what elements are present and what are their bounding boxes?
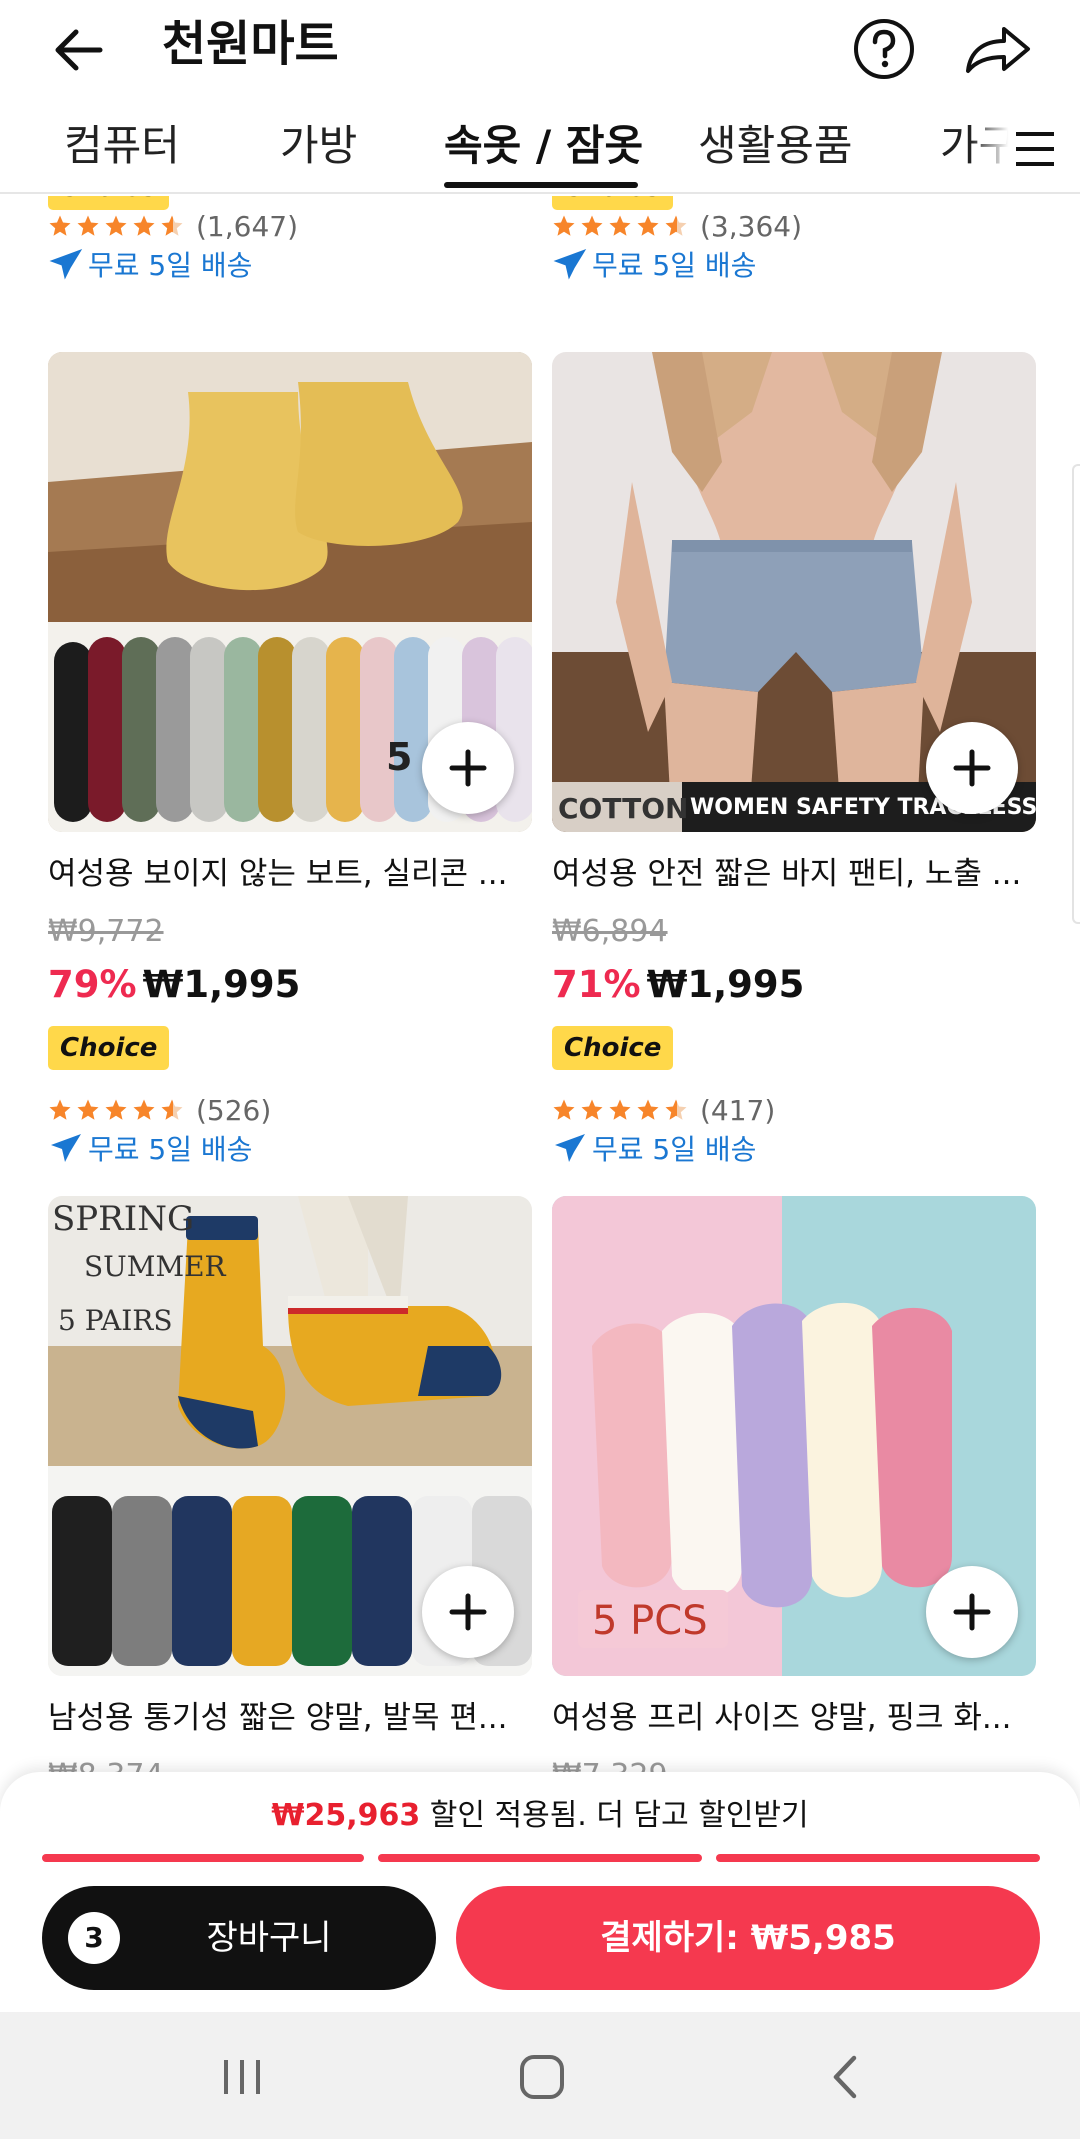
tab-bags[interactable]: 가방 (280, 116, 357, 176)
back-arrow-icon[interactable] (48, 18, 112, 82)
hamburger-menu-icon[interactable] (1012, 128, 1058, 170)
sale-price: ₩1,995 (646, 963, 805, 1006)
rating-row: (3,364) (552, 206, 802, 246)
rating-count: (1,647) (196, 209, 299, 243)
airplane-icon (51, 1134, 81, 1162)
product-image[interactable]: 5 (48, 352, 532, 832)
promo-text[interactable]: ₩25,963 할인 적용됨. 더 담고 할인받기 (0, 1794, 1080, 1838)
star-icon (48, 1098, 184, 1122)
image-text-2: SUMMER (84, 1250, 227, 1283)
plus-icon (449, 1593, 487, 1631)
promo-message: 할인 적용됨. 더 담고 할인받기 (420, 1798, 809, 1833)
image-text: COTTON (558, 792, 688, 825)
discount-percent: 79% (48, 963, 137, 1006)
plus-icon (953, 1593, 991, 1631)
rating-row: (1,647) (48, 206, 298, 246)
product-title[interactable]: 남성용 통기성 짧은 양말, 발목 편... (48, 1696, 532, 1740)
product-title[interactable]: 여성용 프리 사이즈 양말, 핑크 화... (552, 1696, 1036, 1740)
image-text: 5 PCS (592, 1598, 708, 1644)
product-card[interactable]: 5 PCS 여성용 프리 사이즈 양말, 핑크 화... ₩7,329 (552, 1196, 1036, 1776)
app-header: 천원마트 (0, 0, 1080, 100)
cart-panel: ₩25,963 할인 적용됨. 더 담고 할인받기 3 장바구니 결제하기: ₩… (0, 1772, 1080, 2012)
progress-segment (42, 1854, 364, 1862)
shipping-row: 무료 5일 배송 (48, 1128, 252, 1168)
promo-amount: ₩25,963 (271, 1798, 421, 1833)
star-icon (48, 214, 184, 238)
tab-underwear-sleepwear[interactable]: 속옷 / 잠옷 (444, 116, 643, 176)
active-tab-indicator (444, 182, 638, 188)
checkout-button[interactable]: 결제하기: ₩5,985 (456, 1886, 1040, 1990)
airplane-icon (555, 1134, 585, 1162)
progress-segment (716, 1854, 1040, 1862)
rating-count: (3,364) (700, 209, 803, 243)
choice-badge: Choice (552, 1026, 674, 1070)
add-to-cart-button[interactable] (422, 722, 514, 814)
sale-price: ₩1,995 (142, 963, 301, 1006)
price-row: 79% ₩1,995 (48, 960, 300, 1017)
plus-icon (953, 749, 991, 787)
shipping-text: 무료 5일 배송 (592, 249, 757, 282)
rating-row: (526) (48, 1090, 271, 1130)
product-grid: Choice (1,647) 무료 5일 배송 Choice (0, 196, 1080, 1776)
rating-count: (417) (700, 1093, 776, 1127)
product-image[interactable]: SPRING SUMMER 5 PAIRS (48, 1196, 532, 1676)
product-title[interactable]: 여성용 안전 짧은 바지 팬티, 노출 ... (552, 852, 1036, 896)
rating-count: (526) (196, 1093, 272, 1127)
original-price: ₩9,772 (48, 914, 164, 949)
rating-row: (417) (552, 1090, 775, 1130)
image-text-3: 5 PAIRS (58, 1304, 173, 1337)
back-nav-icon[interactable] (816, 2050, 876, 2104)
system-nav-bar (0, 2012, 1080, 2139)
category-tabs: 컴퓨터 가방 속옷 / 잠옷 생활용품 가구 (0, 110, 1080, 194)
recent-apps-icon[interactable] (212, 2050, 272, 2104)
add-to-cart-button[interactable] (926, 722, 1018, 814)
product-title[interactable]: 여성용 보이지 않는 보트, 실리콘 ... (48, 852, 532, 896)
scroll-edge-indicator (1072, 464, 1080, 924)
shipping-text: 무료 5일 배송 (88, 1133, 253, 1166)
shipping-row: 무료 5일 배송 (552, 1128, 756, 1168)
airplane-icon (49, 249, 83, 280)
product-card[interactable]: SPRING SUMMER 5 PAIRS 남성용 통기성 짧은 양말, 발목 … (48, 1196, 532, 1776)
plus-icon (449, 749, 487, 787)
price-row: 71% ₩1,995 (552, 960, 804, 1017)
product-image[interactable]: COTTON WOMEN SAFETY TRACELESS (552, 352, 1036, 832)
product-card[interactable]: 5 여성용 보이지 않는 보트, 실리콘 ... ₩9,772 79% ₩1,99… (48, 352, 532, 1192)
add-to-cart-button[interactable] (926, 1566, 1018, 1658)
cart-label: 장바구니 (206, 1918, 332, 1958)
progress-segment (378, 1854, 702, 1862)
tab-computer[interactable]: 컴퓨터 (64, 116, 180, 176)
image-text: 5 (386, 735, 412, 779)
product-image[interactable]: 5 PCS (552, 1196, 1036, 1676)
star-icon (552, 1098, 688, 1122)
tab-household[interactable]: 생활용품 (698, 116, 853, 176)
share-arrow-icon[interactable] (962, 17, 1034, 81)
home-icon[interactable] (512, 2050, 572, 2104)
shipping-text: 무료 5일 배송 (592, 1133, 757, 1166)
add-to-cart-button[interactable] (422, 1566, 514, 1658)
image-text: SPRING (52, 1199, 194, 1239)
discount-percent: 71% (552, 963, 641, 1006)
help-circle-icon[interactable] (852, 17, 916, 81)
airplane-icon (553, 249, 587, 280)
shipping-row: 무료 5일 배송 (48, 244, 252, 284)
shipping-text: 무료 5일 배송 (88, 249, 253, 282)
product-card[interactable]: COTTON WOMEN SAFETY TRACELESS 여성용 안전 짧은 … (552, 352, 1036, 1192)
page-title: 천원마트 (162, 16, 339, 72)
choice-badge: Choice (48, 1026, 170, 1070)
original-price: ₩6,894 (552, 914, 668, 949)
cart-button[interactable]: 3 장바구니 (42, 1886, 436, 1990)
star-icon (552, 214, 688, 238)
shipping-row: 무료 5일 배송 (552, 244, 756, 284)
